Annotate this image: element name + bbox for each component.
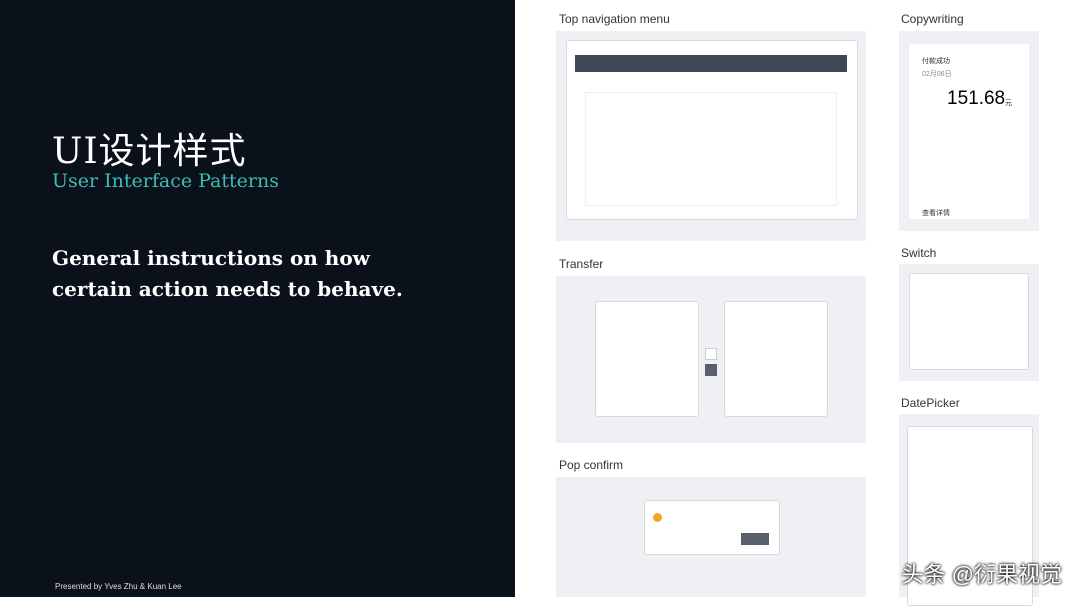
switch-label: Switch <box>901 246 937 260</box>
copywriting-label: Copywriting <box>901 12 964 26</box>
datepicker-label: DatePicker <box>901 396 960 410</box>
description: General instructions on how certain acti… <box>52 246 403 301</box>
page-subtitle: User Interface Patterns <box>52 170 279 192</box>
transfer-label: Transfer <box>559 257 604 271</box>
left-panel: UI设计样式 User Interface Patterns General i… <box>0 0 515 597</box>
popconfirm-box[interactable] <box>644 500 780 555</box>
page-title: UI设计样式 <box>52 131 247 172</box>
transfer-demo <box>556 276 866 443</box>
transfer-right-list[interactable] <box>724 301 828 417</box>
popconfirm-demo <box>556 477 866 597</box>
topnav-label: Top navigation menu <box>559 12 670 26</box>
popconfirm-label: Pop confirm <box>559 458 624 472</box>
copywriting-demo: 付款成功 02月06日 151.68 元 查看详情 <box>899 31 1039 231</box>
right-panel: Top navigation menu Transfer Pop confirm… <box>515 0 1080 606</box>
transfer-left-list[interactable] <box>595 301 699 417</box>
topnav-demo <box>556 31 866 241</box>
switch-demo <box>899 264 1039 381</box>
credit: Presented by Yves Zhu & Kuan Lee <box>55 582 182 591</box>
watermark: 头条 @衍果视觉 <box>901 562 1062 587</box>
